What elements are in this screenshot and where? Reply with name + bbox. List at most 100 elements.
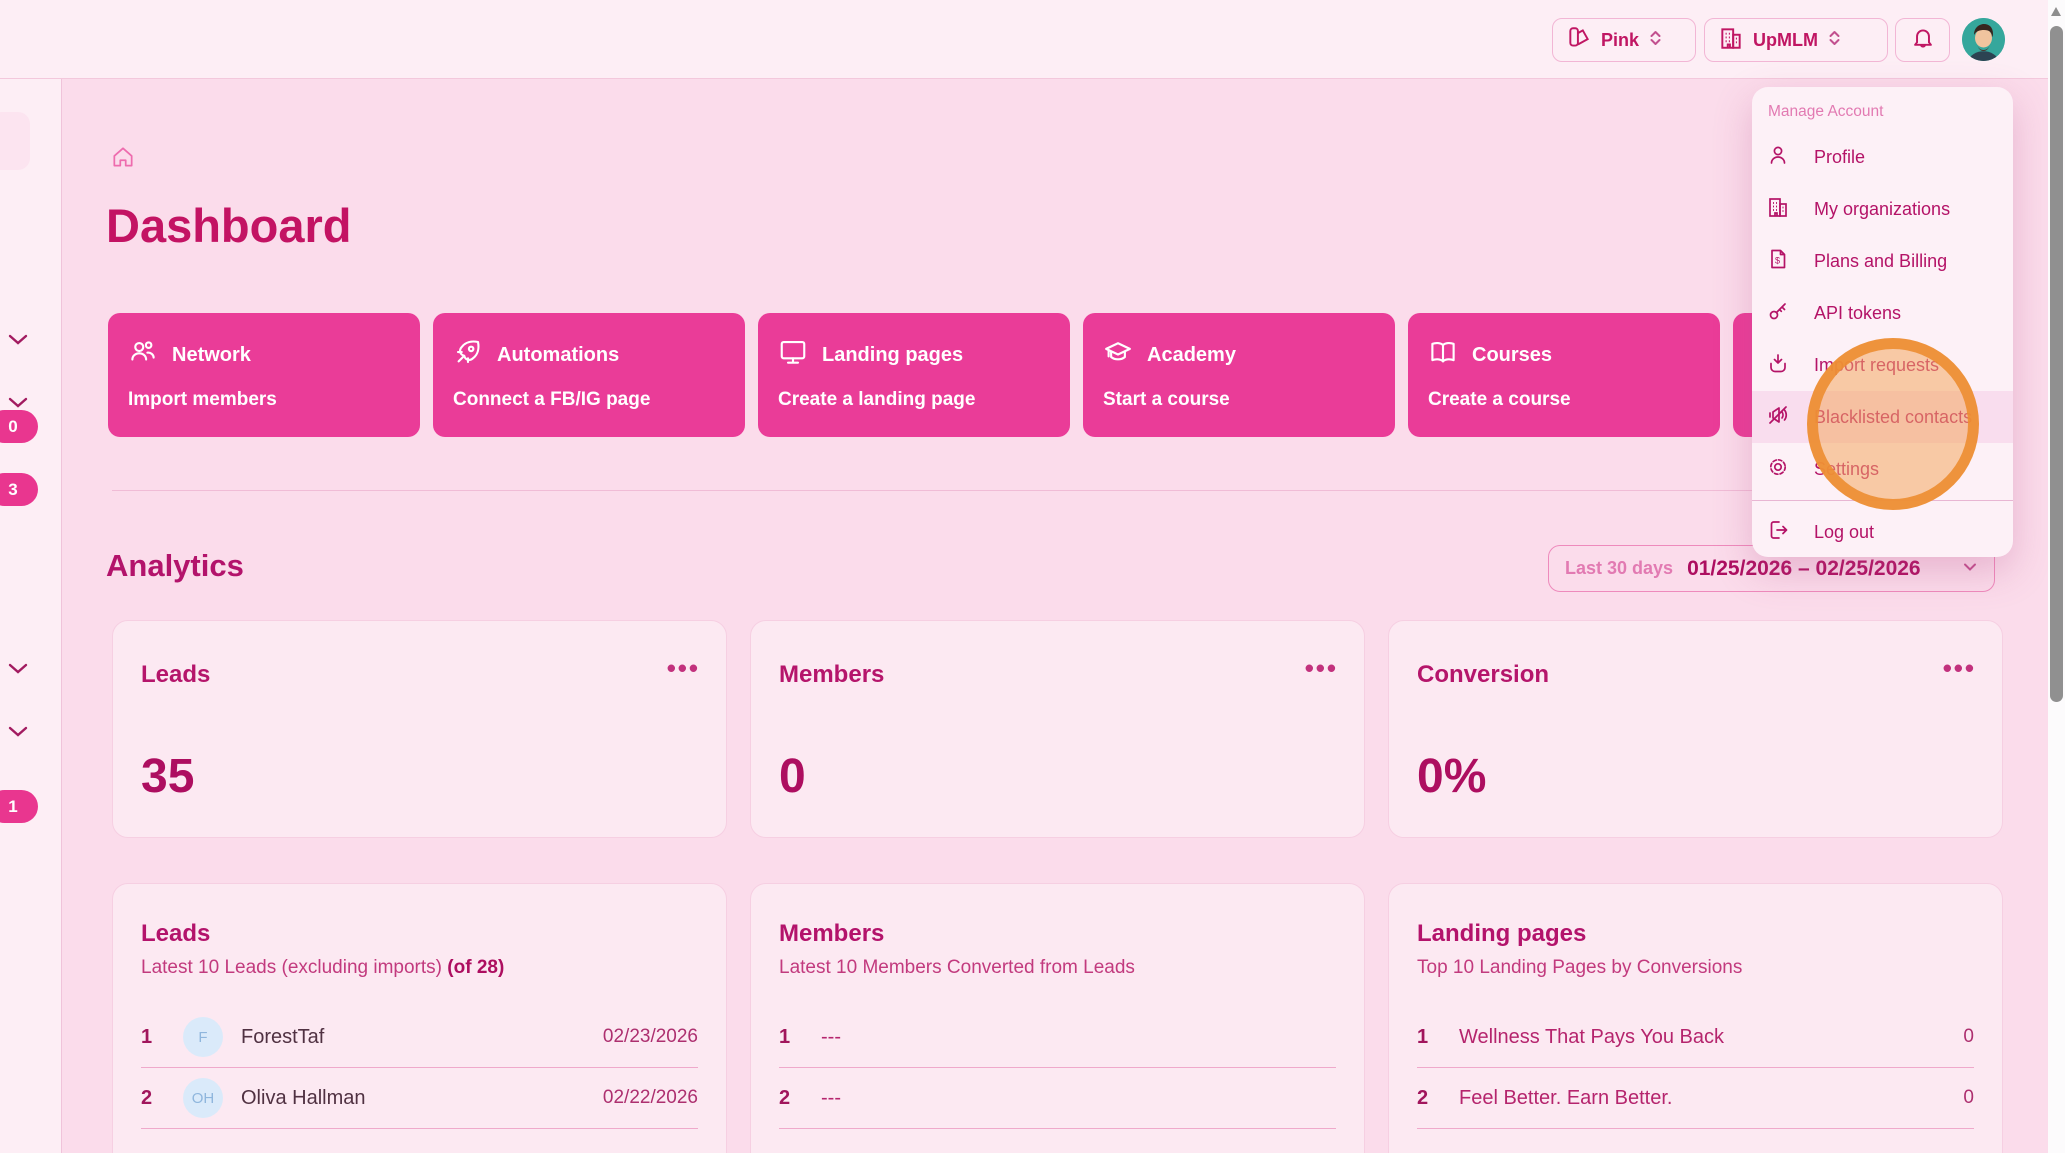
notifications-button[interactable] [1895, 18, 1950, 62]
organization-selector-label: UpMLM [1753, 30, 1818, 51]
building-icon [1718, 25, 1744, 56]
date-range-value: 01/25/2026 – 02/25/2026 [1687, 557, 1921, 581]
more-options-icon[interactable]: ••• [1943, 655, 1976, 681]
list-title: Leads [141, 920, 698, 948]
landing-page-row[interactable]: 1 Wellness That Pays You Back 0 [1417, 1007, 1974, 1068]
theme-selector-label: Pink [1601, 30, 1639, 51]
member-row[interactable]: 1 --- [779, 1007, 1336, 1068]
lead-date: 02/23/2026 [603, 1026, 698, 1048]
quick-action-subtitle: Create a course [1428, 389, 1720, 411]
quick-action-academy[interactable]: Academy Start a course [1083, 313, 1395, 437]
row-rank: 2 [1417, 1087, 1441, 1110]
menu-item-my-organizations[interactable]: My organizations [1752, 183, 2013, 235]
key-icon [1766, 299, 1790, 328]
quick-action-subtitle: Create a landing page [778, 389, 1070, 411]
chevron-down-icon [1962, 560, 1978, 578]
leads-list-card: Leads Latest 10 Leads (excluding imports… [112, 883, 727, 1153]
bell-icon [1910, 25, 1936, 56]
stat-title: Leads [141, 661, 698, 689]
scrollbar-thumb[interactable] [2050, 26, 2063, 702]
chevron-down-icon[interactable] [6, 332, 30, 346]
user-avatar[interactable] [1962, 18, 2005, 61]
more-options-icon[interactable]: ••• [667, 655, 700, 681]
conversion-count: 0 [1963, 1026, 1974, 1048]
sidebar-active-item[interactable] [0, 112, 30, 170]
lead-row[interactable]: 2 OH Oliva Hallman 02/22/2026 [141, 1068, 698, 1129]
list-subtitle: Top 10 Landing Pages by Conversions [1417, 957, 1974, 979]
row-rank: 1 [1417, 1026, 1441, 1049]
avatar: F [183, 1017, 223, 1057]
chevron-down-icon[interactable] [6, 661, 30, 675]
person-icon [1766, 143, 1790, 172]
people-icon [128, 337, 158, 373]
stat-card-members: Members ••• 0 [750, 620, 1365, 838]
conversion-count: 0 [1963, 1087, 1974, 1109]
more-options-icon[interactable]: ••• [1305, 655, 1338, 681]
quick-action-subtitle: Import members [128, 389, 420, 411]
row-rank: 1 [141, 1026, 165, 1049]
theme-selector-button[interactable]: Pink [1552, 18, 1696, 62]
open-book-icon [1428, 337, 1458, 373]
stat-title: Members [779, 661, 1336, 689]
quick-action-title: Landing pages [822, 344, 963, 367]
updown-chevron-icon [1648, 28, 1663, 53]
menu-item-plans-billing[interactable]: $ Plans and Billing [1752, 235, 2013, 287]
analytics-heading: Analytics [106, 548, 244, 584]
quick-action-title: Academy [1147, 344, 1236, 367]
row-rank: 1 [779, 1026, 803, 1049]
member-row[interactable]: 2 --- [779, 1068, 1336, 1129]
quick-actions-row: Network Import members Automations Conne… [108, 313, 2005, 437]
import-download-icon [1766, 351, 1790, 380]
row-rank: 2 [779, 1087, 803, 1110]
sidebar-count-badge: 0 [0, 410, 38, 443]
organization-selector-button[interactable]: UpMLM [1704, 18, 1888, 62]
landing-page-name: Feel Better. Earn Better. [1459, 1087, 1945, 1110]
member-name: --- [821, 1026, 1336, 1049]
click-indicator-ring [1807, 338, 1979, 510]
list-subtitle: Latest 10 Leads (excluding imports) (of … [141, 957, 698, 979]
stat-title: Conversion [1417, 661, 1974, 689]
date-preset-label: Last 30 days [1565, 558, 1673, 579]
scroll-up-arrow-icon[interactable] [2051, 7, 2061, 16]
logout-icon [1766, 518, 1790, 547]
quick-action-automations[interactable]: Automations Connect a FB/IG page [433, 313, 745, 437]
menu-item-label: API tokens [1814, 303, 1901, 324]
list-title: Landing pages [1417, 920, 1974, 948]
stat-value: 35 [141, 749, 194, 804]
stat-value: 0% [1417, 749, 1486, 804]
building-icon [1766, 195, 1790, 224]
topbar: Pink UpMLM [0, 0, 2065, 79]
sidebar-count-badge: 1 [0, 790, 38, 823]
sidebar-count-badge: 3 [0, 473, 38, 506]
vertical-scrollbar[interactable] [2048, 0, 2065, 1153]
graduation-cap-icon [1103, 337, 1133, 373]
menu-item-label: My organizations [1814, 199, 1950, 220]
lead-date: 02/22/2026 [603, 1087, 698, 1109]
home-breadcrumb-icon[interactable] [110, 144, 136, 170]
chevron-down-icon[interactable] [6, 724, 30, 738]
gear-icon [1766, 455, 1790, 484]
quick-action-title: Network [172, 344, 251, 367]
svg-text:$: $ [1775, 255, 1780, 265]
list-title: Members [779, 920, 1336, 948]
list-subtitle: Latest 10 Members Converted from Leads [779, 957, 1336, 979]
stat-value: 0 [779, 749, 806, 804]
menu-item-api-tokens[interactable]: API tokens [1752, 287, 2013, 339]
landing-pages-list-card: Landing pages Top 10 Landing Pages by Co… [1388, 883, 2003, 1153]
quick-action-subtitle: Connect a FB/IG page [453, 389, 745, 411]
updown-chevron-icon [1827, 28, 1842, 53]
stat-card-leads: Leads ••• 35 [112, 620, 727, 838]
quick-action-courses[interactable]: Courses Create a course [1408, 313, 1720, 437]
quick-action-subtitle: Start a course [1103, 389, 1395, 411]
lead-row[interactable]: 1 F ForestTaf 02/23/2026 [141, 1007, 698, 1068]
landing-page-row[interactable]: 2 Feel Better. Earn Better. 0 [1417, 1068, 1974, 1129]
quick-action-title: Automations [497, 344, 619, 367]
quick-action-network[interactable]: Network Import members [108, 313, 420, 437]
app-window: Pink UpMLM [0, 0, 2065, 1153]
menu-item-profile[interactable]: Profile [1752, 131, 2013, 183]
avatar: OH [183, 1078, 223, 1118]
quick-action-landing-pages[interactable]: Landing pages Create a landing page [758, 313, 1070, 437]
chevron-down-icon[interactable] [6, 395, 30, 409]
palette-icon [1566, 25, 1592, 56]
menu-item-log-out[interactable]: Log out [1752, 506, 2013, 558]
